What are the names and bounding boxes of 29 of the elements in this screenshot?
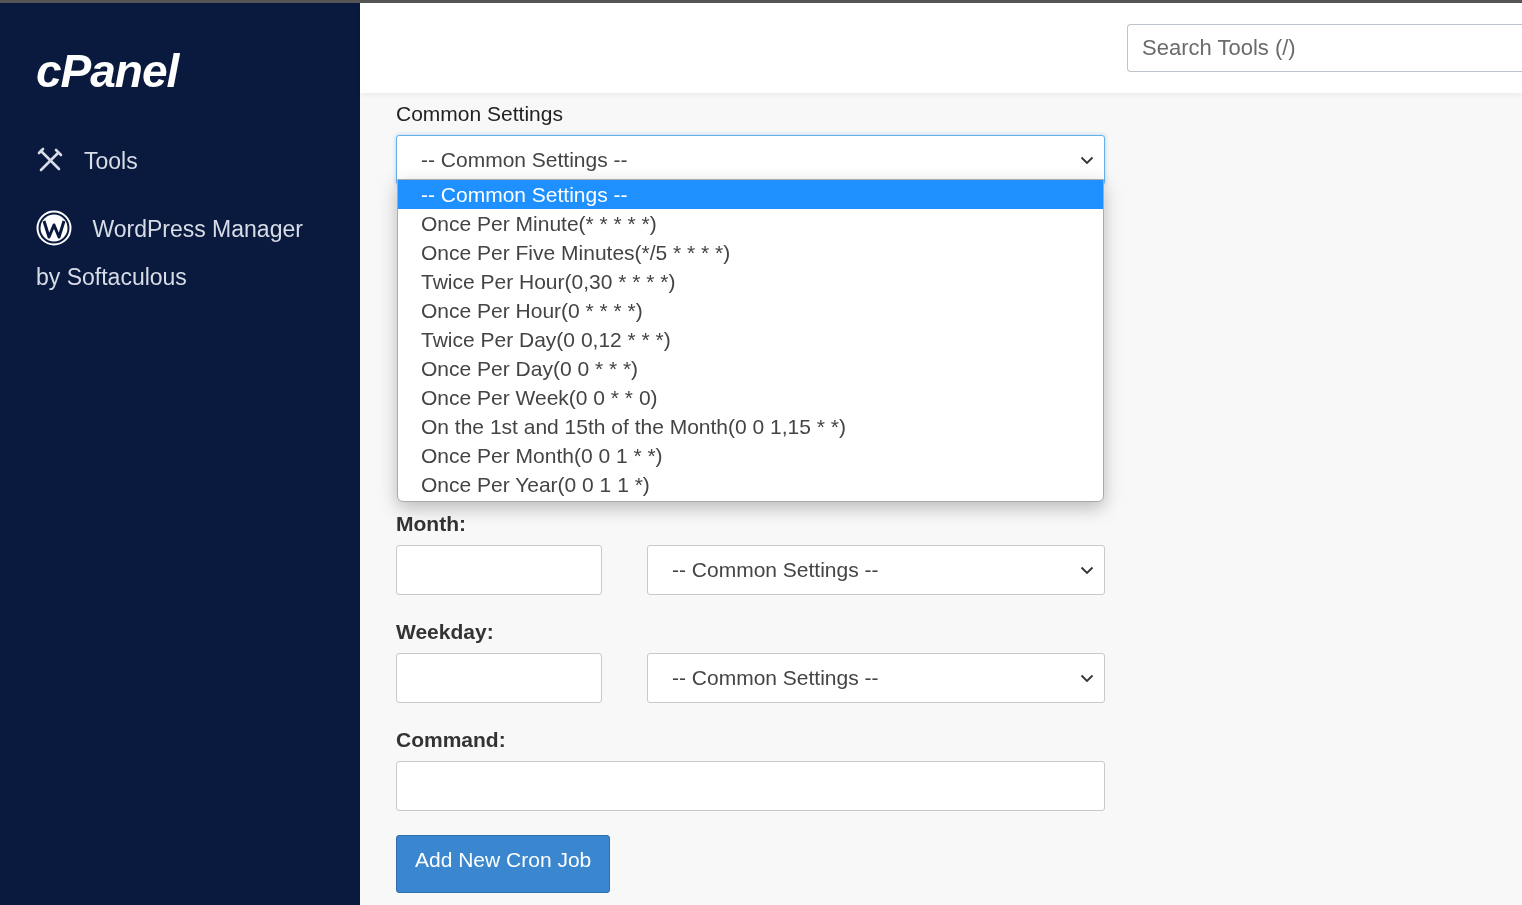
field-label: Month: <box>396 511 467 537</box>
logo: cPanel <box>36 47 179 95</box>
chevron-down-icon <box>1080 566 1094 575</box>
field-label: Command: <box>396 727 507 753</box>
dropdown-option[interactable]: On the 1st and 15th of the Month(0 0 1,15 * *) <box>398 412 1103 441</box>
dropdown-option[interactable]: Twice Per Day(0 0,12 * * *) <box>398 325 1103 354</box>
field-label: Weekday: <box>396 619 495 645</box>
dropdown-option[interactable]: Twice Per Hour(0,30 * * * *) <box>398 267 1103 296</box>
common-settings-select[interactable]: -- Common Settings -- <box>647 653 1105 703</box>
chevron-down-icon <box>1080 156 1094 165</box>
dropdown-option[interactable]: Once Per Week(0 0 * * 0) <box>398 383 1103 412</box>
sidebar-link[interactable]: Tools <box>36 137 316 185</box>
dropdown-option[interactable]: Once Per Year(0 0 1 1 *) <box>398 470 1103 499</box>
command-field[interactable] <box>396 761 1105 811</box>
add-cron-job-button[interactable]: Add New Cron Job <box>396 835 611 893</box>
input-field[interactable] <box>396 545 602 595</box>
dropdown-option[interactable]: Once Per Minute(* * * * *) <box>398 209 1103 238</box>
dropdown-option[interactable]: Once Per Five Minutes(*/5 * * * *) <box>398 238 1103 267</box>
crossed-tools-icon <box>36 145 64 174</box>
chevron-down-icon <box>1080 674 1094 683</box>
dropdown-option[interactable]: Once Per Day(0 0 * * *) <box>398 354 1103 383</box>
dropdown-option[interactable]: Once Per Month(0 0 1 * *) <box>398 441 1103 470</box>
input-field[interactable] <box>396 653 602 703</box>
circle-logo-icon <box>36 209 72 246</box>
common-settings-select[interactable]: -- Common Settings -- <box>647 545 1105 595</box>
field-label: Common Settings <box>396 101 564 127</box>
sidebar-link[interactable]: WordPress Manager by Softaculous <box>36 205 316 301</box>
dropdown-option[interactable]: Once Per Hour(0 * * * *) <box>398 296 1103 325</box>
search-field[interactable]: Search Tools (/) <box>1127 24 1522 72</box>
